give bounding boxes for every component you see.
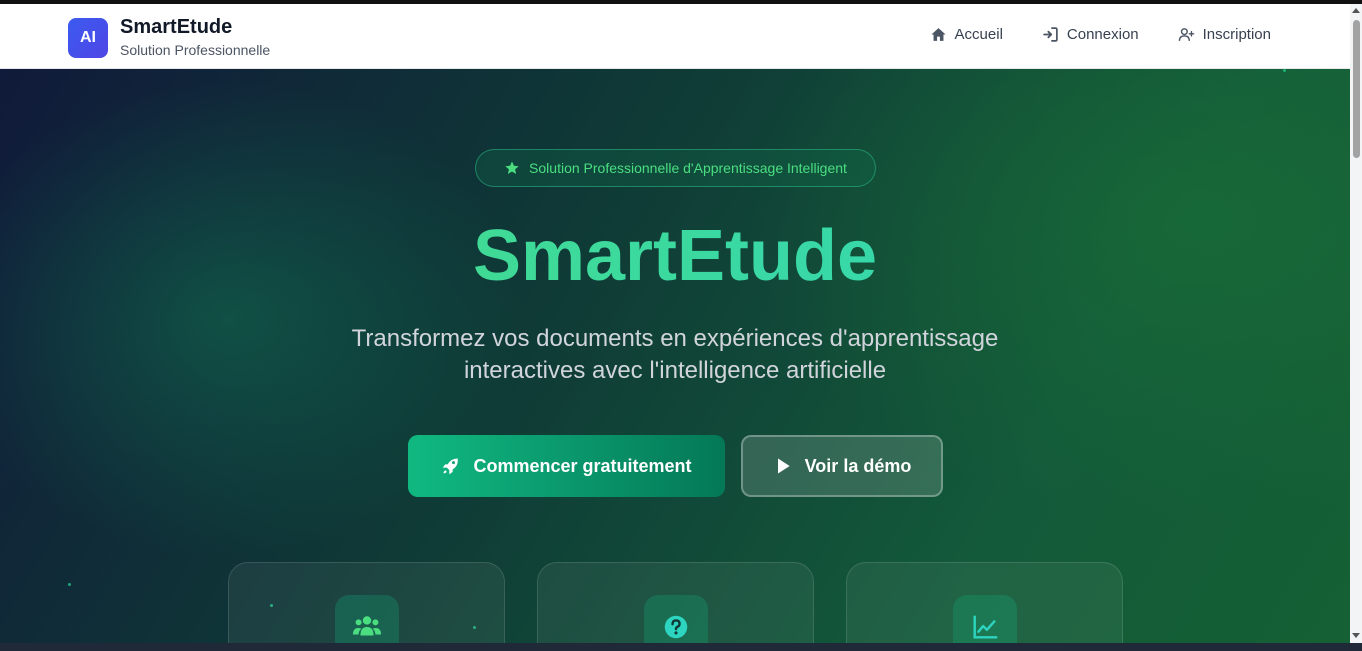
users-icon (352, 616, 381, 636)
nav-item-label: Accueil (954, 26, 1003, 43)
navbar: AI SmartEtude Solution Professionnelle A… (0, 4, 1350, 69)
brand-text: SmartEtude Solution Professionnelle (120, 16, 270, 59)
scroll-up-arrow-icon[interactable] (1352, 8, 1360, 13)
hero-section: Solution Professionnelle d'Apprentissage… (0, 69, 1350, 643)
taskbar-strip (0, 643, 1362, 651)
hero-badge-label: Solution Professionnelle d'Apprentissage… (529, 160, 847, 176)
feature-card (537, 562, 814, 643)
watch-demo-button[interactable]: Voir la démo (741, 435, 943, 497)
watch-demo-label: Voir la démo (804, 455, 912, 476)
decorative-dot (1283, 69, 1286, 72)
brand-name: SmartEtude (120, 16, 233, 38)
question-circle-icon (664, 615, 687, 639)
nav-item-connexion[interactable]: Connexion (1042, 26, 1139, 43)
nav-item-accueil[interactable]: Accueil (930, 26, 1003, 43)
brand[interactable]: AI SmartEtude Solution Professionnelle (68, 16, 270, 59)
hero-subtitle: Transformez vos documents en expériences… (351, 325, 999, 384)
decorative-dot (68, 583, 71, 586)
star-icon (505, 161, 519, 174)
main-nav: Accueil Connexion Inscription (930, 26, 1271, 43)
feature-card (228, 562, 505, 643)
hero-title: SmartEtude (0, 214, 1350, 298)
feature-card-icon-box (334, 595, 399, 643)
nav-item-label: Connexion (1066, 26, 1139, 43)
page-scrollbar[interactable] (1350, 4, 1362, 643)
feature-card (846, 562, 1123, 643)
scroll-down-arrow-icon[interactable] (1352, 633, 1360, 638)
user-plus-icon (1178, 28, 1194, 41)
hero-badge: Solution Professionnelle d'Apprentissage… (475, 149, 876, 187)
play-icon (777, 458, 790, 474)
rocket-icon (443, 458, 459, 475)
start-free-button[interactable]: Commencer gratuitement (408, 435, 725, 497)
brand-subtitle: Solution Professionnelle (120, 42, 271, 58)
scrollbar-thumb[interactable] (1353, 20, 1360, 158)
home-icon (930, 28, 946, 41)
feature-card-icon-box (952, 595, 1017, 643)
feature-card-icon-box (643, 595, 708, 643)
start-free-label: Commencer gratuitement (473, 455, 692, 476)
brand-logo: AI (68, 17, 108, 58)
login-icon (1043, 27, 1058, 42)
chart-line-icon (972, 615, 997, 639)
nav-item-inscription[interactable]: Inscription (1178, 26, 1271, 43)
nav-item-label: Inscription (1202, 26, 1271, 43)
